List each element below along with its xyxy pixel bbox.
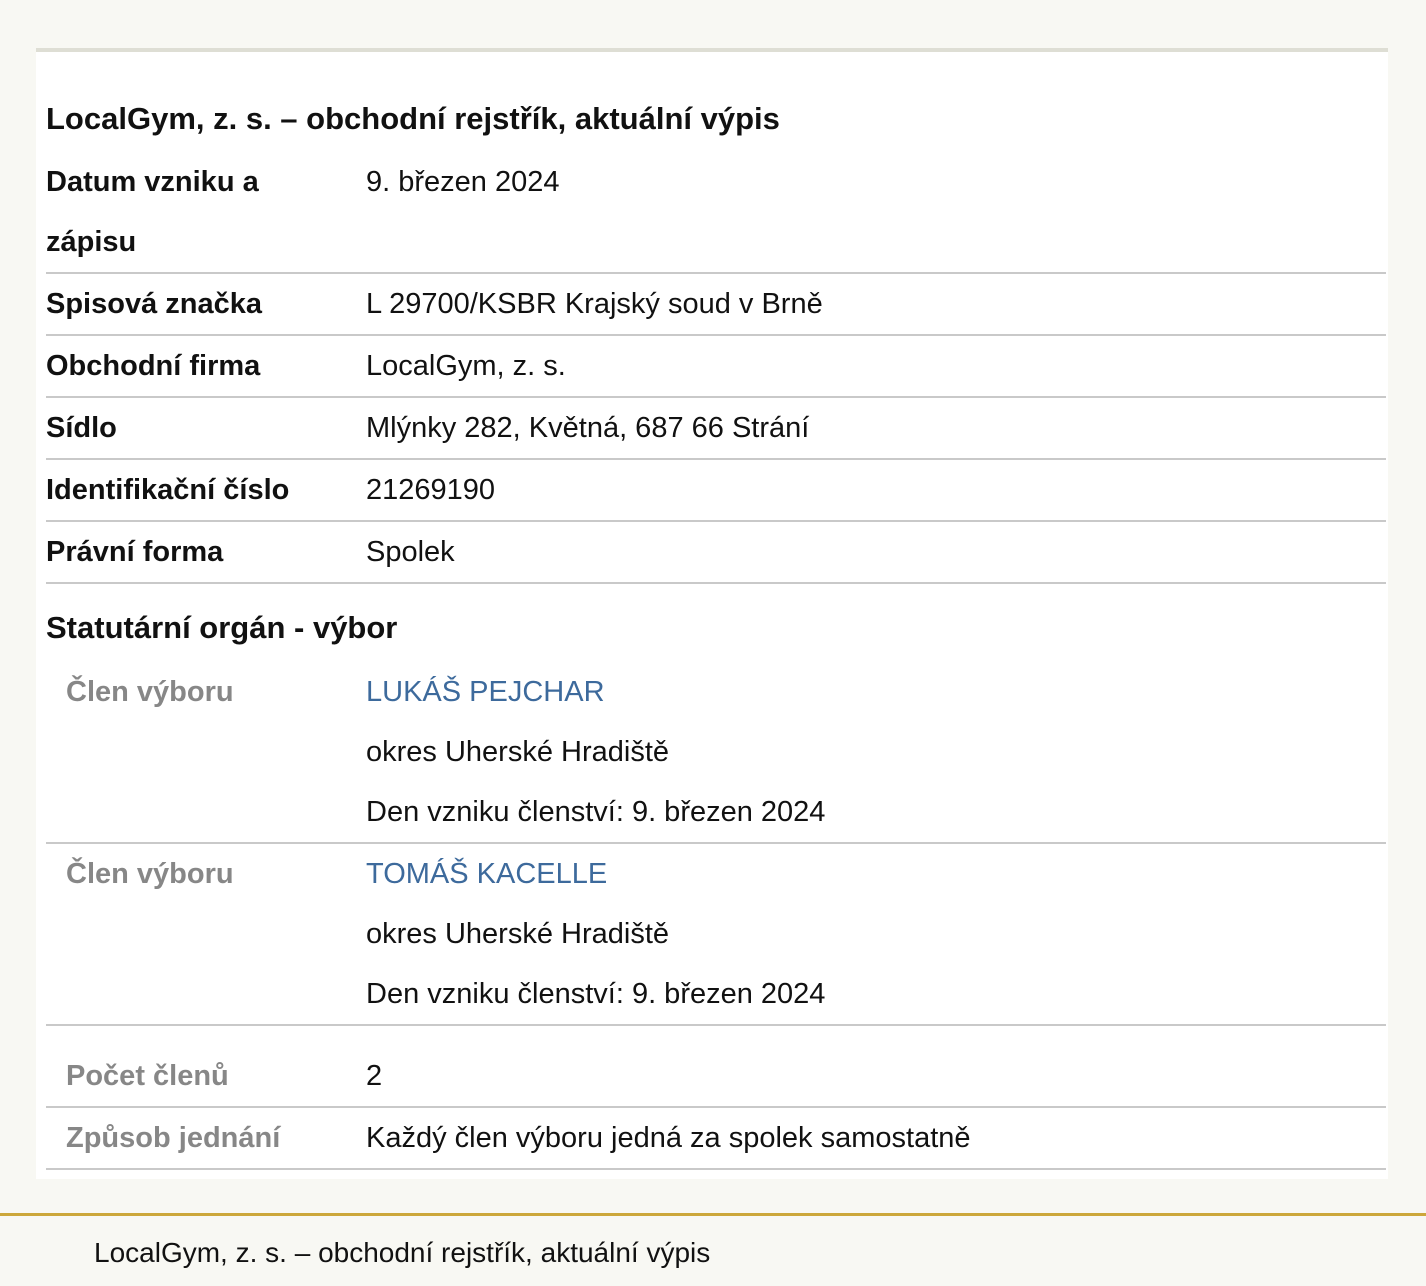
field-label: Sídlo xyxy=(46,412,117,444)
field-label: Právní forma xyxy=(46,536,224,568)
field-row-acting-method: Způsob jednání Každý člen výboru jedná z… xyxy=(46,1108,1386,1170)
field-value: 2 xyxy=(366,1060,383,1092)
field-row-founding-date: Datum vzniku a zápisu 9. březen 2024 xyxy=(46,152,1386,274)
field-row-company-name: Obchodní firma LocalGym, z. s. xyxy=(46,336,1386,398)
member-name-link[interactable]: TOMÁŠ KACELLE xyxy=(366,844,825,904)
field-label: Obchodní firma xyxy=(46,350,261,382)
member-district: okres Uherské Hradiště xyxy=(366,736,669,768)
member-role: Člen výboru xyxy=(66,676,234,708)
field-row-seat: Sídlo Mlýnky 282, Květná, 687 66 Strání xyxy=(46,398,1386,460)
footer-divider xyxy=(0,1213,1426,1216)
field-value: 9. březen 2024 xyxy=(366,166,560,198)
field-label: Spisová značka xyxy=(46,288,262,320)
member-row: Člen výboru TOMÁŠ KACELLE okres Uherské … xyxy=(46,844,1386,1026)
field-label: Počet členů xyxy=(66,1060,229,1092)
page-title: LocalGym, z. s. – obchodní rejstřík, akt… xyxy=(46,101,780,136)
field-value: Spolek xyxy=(366,536,455,568)
field-label: Identifikační číslo xyxy=(46,474,290,506)
member-district: okres Uherské Hradiště xyxy=(366,918,669,950)
member-since: Den vzniku členství: 9. březen 2024 xyxy=(366,796,826,828)
footer-title: LocalGym, z. s. – obchodní rejstřík, akt… xyxy=(94,1237,711,1268)
field-row-legal-form: Právní forma Spolek xyxy=(46,522,1386,584)
section-heading-statutory: Statutární orgán - výbor xyxy=(46,610,398,645)
field-value: Mlýnky 282, Květná, 687 66 Strání xyxy=(366,412,810,444)
field-value: L 29700/KSBR Krajský soud v Brně xyxy=(366,288,823,320)
member-since: Den vzniku členství: 9. březen 2024 xyxy=(366,978,826,1010)
field-row-id-number: Identifikační číslo 21269190 xyxy=(46,460,1386,522)
field-label: Způsob jednání xyxy=(66,1122,281,1154)
member-details: LUKÁŠ PEJCHAR okres Uherské Hradiště Den… xyxy=(366,662,825,842)
member-role: Člen výboru xyxy=(66,858,234,890)
member-details: TOMÁŠ KACELLE okres Uherské Hradiště Den… xyxy=(366,844,825,1024)
field-row-member-count: Počet členů 2 xyxy=(46,1046,1386,1108)
field-value: LocalGym, z. s. xyxy=(366,350,566,382)
field-row-file-number: Spisová značka L 29700/KSBR Krajský soud… xyxy=(46,274,1386,336)
field-value: Každý člen výboru jedná za spolek samost… xyxy=(366,1122,971,1154)
member-name-link[interactable]: LUKÁŠ PEJCHAR xyxy=(366,662,825,722)
field-label: Datum vzniku a zápisu xyxy=(46,166,259,258)
field-value: 21269190 xyxy=(366,474,496,506)
member-row: Člen výboru LUKÁŠ PEJCHAR okres Uherské … xyxy=(46,662,1386,844)
